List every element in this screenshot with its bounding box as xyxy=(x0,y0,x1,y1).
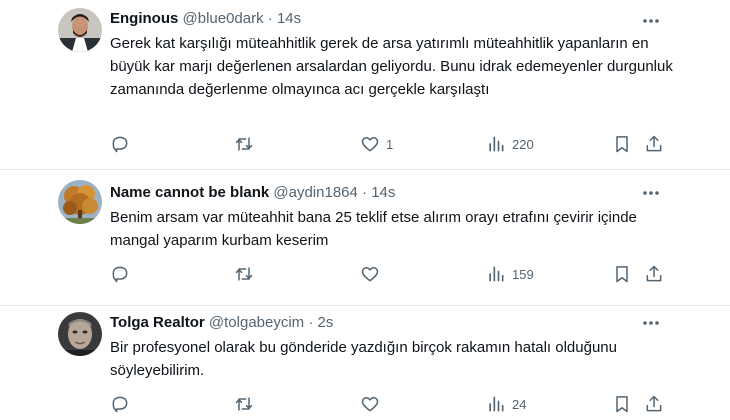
timestamp[interactable]: 14s xyxy=(371,184,395,201)
tweet-header: Name cannot be blank @aydin1864 · 14s xyxy=(110,183,395,203)
user-handle[interactable]: @tolgabeycim xyxy=(209,314,304,331)
views-icon xyxy=(489,266,504,282)
reply-icon xyxy=(112,266,128,283)
reply-button[interactable] xyxy=(110,132,130,156)
timestamp[interactable]: 14s xyxy=(277,10,301,27)
tweet[interactable]: Enginous @blue0dark · 14s Gerek kat karş… xyxy=(0,0,730,170)
retweet-button[interactable] xyxy=(234,262,254,286)
user-handle[interactable]: @aydin1864 xyxy=(273,184,357,201)
user-handle[interactable]: @blue0dark xyxy=(183,10,264,27)
views-button[interactable]: 159 xyxy=(486,262,534,286)
display-name[interactable]: Tolga Realtor xyxy=(110,314,205,331)
avatar[interactable] xyxy=(58,312,102,356)
avatar[interactable] xyxy=(58,180,102,224)
tweet-header: Enginous @blue0dark · 14s xyxy=(110,9,301,29)
share-icon xyxy=(646,395,662,412)
tweet-text: Gerek kat karşılığı müteahhitlik gerek d… xyxy=(110,35,673,98)
reply-button[interactable] xyxy=(110,262,130,286)
more-icon[interactable] xyxy=(640,184,662,202)
share-button[interactable] xyxy=(644,132,664,156)
retweet-icon xyxy=(235,267,253,281)
share-button[interactable] xyxy=(644,262,664,286)
timestamp[interactable]: 2s xyxy=(318,314,334,331)
like-icon xyxy=(361,137,379,152)
like-icon xyxy=(361,397,379,412)
views-icon xyxy=(489,136,504,152)
retweet-button[interactable] xyxy=(234,392,254,416)
action-bar: 1 220 xyxy=(0,132,730,156)
more-icon[interactable] xyxy=(640,314,662,332)
separator: · xyxy=(308,314,314,331)
view-count: 24 xyxy=(512,396,527,412)
view-count: 220 xyxy=(512,136,534,152)
share-button[interactable] xyxy=(644,392,664,416)
reply-icon xyxy=(112,396,128,413)
like-button[interactable] xyxy=(360,262,386,286)
separator: · xyxy=(362,184,368,201)
like-icon xyxy=(361,267,379,282)
tweet-header: Tolga Realtor @tolgabeycim · 2s xyxy=(110,313,333,333)
share-icon xyxy=(646,135,662,152)
views-button[interactable]: 220 xyxy=(486,132,534,156)
like-count: 1 xyxy=(386,136,394,152)
action-bar: 24 xyxy=(0,392,730,416)
retweet-button[interactable] xyxy=(234,132,254,156)
action-bar: 159 xyxy=(0,262,730,286)
tweet-text: Bir profesyonel olarak bu gönderide yazd… xyxy=(110,339,617,379)
more-icon[interactable] xyxy=(640,12,662,30)
like-button[interactable] xyxy=(360,392,386,416)
display-name[interactable]: Name cannot be blank xyxy=(110,184,269,201)
bookmark-button[interactable] xyxy=(612,392,632,416)
reply-button[interactable] xyxy=(110,392,130,416)
bookmark-icon xyxy=(616,396,628,413)
tweet-text: Benim arsam var müteahhit bana 25 teklif… xyxy=(110,209,637,249)
bookmark-button[interactable] xyxy=(612,262,632,286)
view-count: 159 xyxy=(512,266,534,282)
tweet[interactable]: Tolga Realtor @tolgabeycim · 2s Bir prof… xyxy=(0,306,730,420)
separator: · xyxy=(267,10,273,27)
bookmark-button[interactable] xyxy=(612,132,632,156)
views-icon xyxy=(489,396,504,412)
display-name[interactable]: Enginous xyxy=(110,10,178,27)
retweet-icon xyxy=(235,397,253,411)
tweet[interactable]: Name cannot be blank @aydin1864 · 14s Be… xyxy=(0,170,730,306)
bookmark-icon xyxy=(616,136,628,153)
views-button[interactable]: 24 xyxy=(486,392,526,416)
reply-icon xyxy=(112,136,128,153)
bookmark-icon xyxy=(616,266,628,283)
avatar[interactable] xyxy=(58,8,102,52)
tweet-feed: Enginous @blue0dark · 14s Gerek kat karş… xyxy=(0,0,730,420)
like-button[interactable]: 1 xyxy=(360,132,393,156)
retweet-icon xyxy=(235,137,253,151)
share-icon xyxy=(646,265,662,282)
